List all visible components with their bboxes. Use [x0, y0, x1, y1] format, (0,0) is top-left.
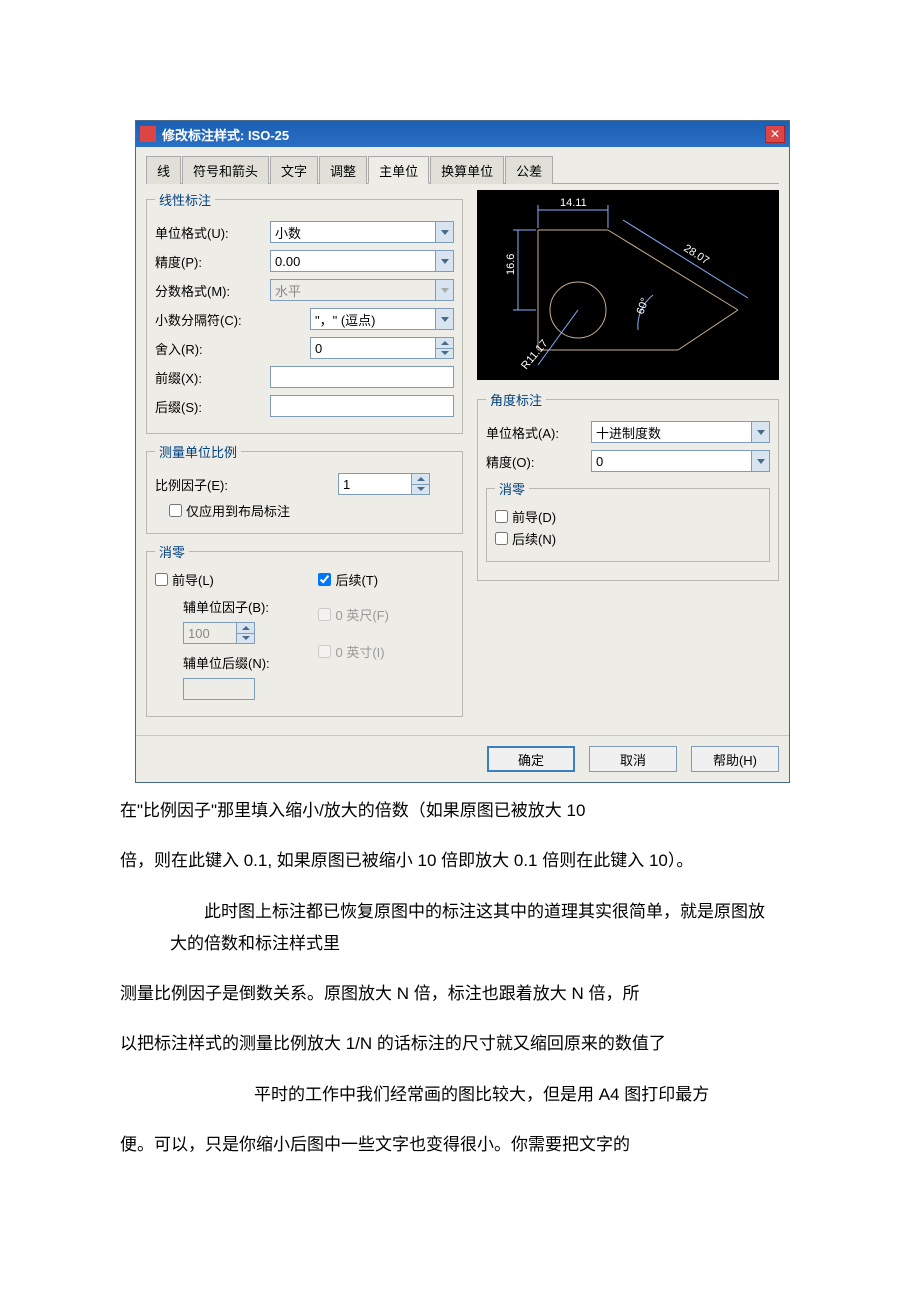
sub-factor-label: 辅单位因子(B): — [183, 597, 281, 616]
article-p7: 便。可以，只是你缩小后图中一些文字也变得很小。你需要把文字的 — [120, 1129, 800, 1161]
leading-checkbox[interactable] — [155, 573, 168, 586]
decimal-sep-label: 小数分隔符(C): — [155, 310, 270, 329]
ang-zero-legend: 消零 — [495, 479, 529, 498]
leading-label: 前导(L) — [172, 570, 214, 589]
sub-factor-spinner: 100 — [183, 622, 255, 644]
ang-leading-checkbox[interactable] — [495, 510, 508, 523]
article-p6: 平时的工作中我们经常画的图比较大，但是用 A4 图打印最方 — [220, 1079, 780, 1111]
zero-feet-label: 0 英尺(F) — [335, 605, 388, 624]
scale-legend: 测量单位比例 — [155, 442, 241, 461]
decimal-sep-combo[interactable]: "，" (逗点) — [310, 308, 454, 330]
zero-feet-checkbox — [318, 608, 331, 621]
tab-lines[interactable]: 线 — [146, 156, 181, 184]
sub-suffix-label: 辅单位后缀(N): — [183, 653, 281, 672]
layout-only-checkbox[interactable] — [169, 504, 182, 517]
tab-primary-units[interactable]: 主单位 — [368, 156, 429, 184]
article-p1: 在"比例因子"那里填入缩小/放大的倍数（如果原图已被放大 10 — [120, 795, 800, 827]
round-label: 舍入(R): — [155, 339, 270, 358]
tab-symbols[interactable]: 符号和箭头 — [182, 156, 269, 184]
sub-suffix-input — [183, 678, 255, 700]
titlebar[interactable]: 修改标注样式: ISO-25 ✕ — [136, 121, 789, 147]
article-text: 在"比例因子"那里填入缩小/放大的倍数（如果原图已被放大 10 倍，则在此键入 … — [120, 795, 800, 1161]
ang-precision-label: 精度(O): — [486, 452, 591, 471]
ang-trailing-label: 后续(N) — [512, 529, 556, 548]
svg-text:14.11: 14.11 — [560, 197, 587, 209]
article-p4: 测量比例因子是倒数关系。原图放大 N 倍，标注也跟着放大 N 倍，所 — [120, 978, 800, 1010]
ang-unit-format-label: 单位格式(A): — [486, 423, 591, 442]
linear-legend: 线性标注 — [155, 190, 215, 209]
chevron-down-icon — [435, 309, 453, 329]
scale-factor-spinner[interactable]: 1 — [338, 473, 430, 495]
angular-legend: 角度标注 — [486, 390, 546, 409]
tab-alt-units[interactable]: 换算单位 — [430, 156, 504, 184]
modify-dimstyle-dialog: 修改标注样式: ISO-25 ✕ 线 符号和箭头 文字 调整 主单位 换算单位 … — [135, 120, 790, 783]
article-p3: 此时图上标注都已恢复原图中的标注这其中的道理其实很简单，就是原图放大的倍数和标注… — [170, 896, 780, 961]
zero-legend: 消零 — [155, 542, 189, 561]
trailing-checkbox[interactable] — [318, 573, 331, 586]
suffix-input[interactable] — [270, 395, 454, 417]
trailing-label: 后续(T) — [335, 570, 378, 589]
prefix-input[interactable] — [270, 366, 454, 388]
chevron-down-icon — [435, 280, 453, 300]
fraction-format-combo: 水平 — [270, 279, 454, 301]
angular-dim-group: 角度标注 单位格式(A): 十进制度数 精度(O): 0 消零 — [477, 390, 779, 581]
zero-inch-label: 0 英寸(I) — [335, 642, 384, 661]
zero-suppress-group: 消零 前导(L) 辅单位因子(B): — [146, 542, 463, 717]
fraction-format-label: 分数格式(M): — [155, 281, 270, 300]
zero-inch-checkbox — [318, 645, 331, 658]
precision-combo[interactable]: 0.00 — [270, 250, 454, 272]
help-button[interactable]: 帮助(H) — [691, 746, 779, 772]
svg-text:28.07: 28.07 — [681, 242, 711, 267]
unit-format-combo[interactable]: 小数 — [270, 221, 454, 243]
round-spinner[interactable]: 0 — [310, 337, 454, 359]
close-icon[interactable]: ✕ — [765, 125, 785, 143]
unit-format-label: 单位格式(U): — [155, 223, 270, 242]
ang-leading-label: 前导(D) — [512, 507, 556, 526]
scale-factor-label: 比例因子(E): — [155, 475, 270, 494]
linear-dim-group: 线性标注 单位格式(U): 小数 精度(P): 0.00 分数格式(M): 水平 — [146, 190, 463, 434]
layout-only-label: 仅应用到布局标注 — [186, 501, 290, 520]
article-p2: 倍，则在此键入 0.1, 如果原图已被缩小 10 倍即放大 0.1 倍则在此键入… — [120, 845, 800, 877]
ok-button[interactable]: 确定 — [487, 746, 575, 772]
chevron-down-icon — [751, 422, 769, 442]
chevron-down-icon — [435, 251, 453, 271]
chevron-down-icon — [435, 222, 453, 242]
dimension-preview: 14.11 16.6 28.07 60° R11.17 — [477, 190, 779, 380]
ang-trailing-checkbox[interactable] — [495, 532, 508, 545]
ang-precision-combo[interactable]: 0 — [591, 450, 770, 472]
ang-unit-format-combo[interactable]: 十进制度数 — [591, 421, 770, 443]
chevron-down-icon — [751, 451, 769, 471]
button-bar: 确定 取消 帮助(H) — [136, 735, 789, 782]
scale-group: 测量单位比例 比例因子(E): 1 仅应用到布局标注 — [146, 442, 463, 534]
tab-tolerance[interactable]: 公差 — [505, 156, 553, 184]
tab-text[interactable]: 文字 — [270, 156, 318, 184]
ang-zero-group: 消零 前导(D) 后续(N) — [486, 479, 770, 562]
suffix-label: 后缀(S): — [155, 397, 270, 416]
cancel-button[interactable]: 取消 — [589, 746, 677, 772]
svg-text:16.6: 16.6 — [505, 254, 517, 275]
article-p5: 以把标注样式的测量比例放大 1/N 的话标注的尺寸就又缩回原来的数值了 — [120, 1028, 800, 1060]
dialog-title: 修改标注样式: ISO-25 — [162, 125, 765, 144]
prefix-label: 前缀(X): — [155, 368, 270, 387]
tab-fit[interactable]: 调整 — [319, 156, 367, 184]
tab-strip: 线 符号和箭头 文字 调整 主单位 换算单位 公差 — [146, 155, 779, 184]
app-icon — [140, 126, 156, 142]
precision-label: 精度(P): — [155, 252, 270, 271]
